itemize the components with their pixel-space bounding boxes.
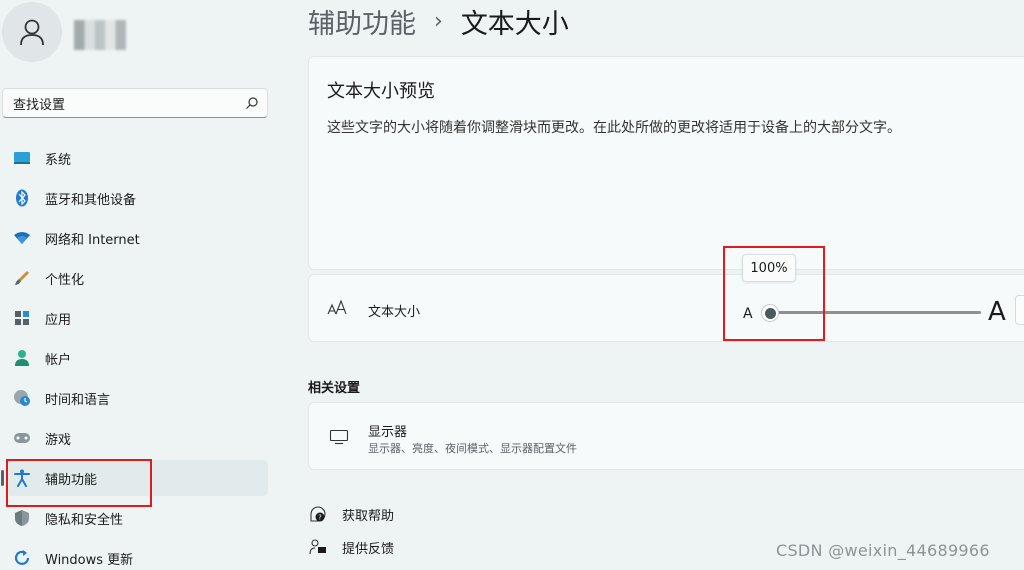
help-icon: ? xyxy=(308,504,328,524)
sidebar-item-bluetooth[interactable]: 蓝牙和其他设备 xyxy=(6,180,268,216)
breadcrumb-parent[interactable]: 辅助功能 xyxy=(308,2,416,41)
text-size-preview-card: 文本大小预览 这些文字的大小将随着你调整滑块而更改。在此处所做的更改将适用于设备… xyxy=(308,56,1024,270)
sidebar-item-label: 帐户 xyxy=(45,352,72,368)
highlight-box-slider xyxy=(723,246,825,341)
chevron-right-icon: › xyxy=(434,9,443,34)
apps-icon xyxy=(12,308,32,328)
sidebar-item-label: 隐私和安全性 xyxy=(45,512,124,528)
username-blurred xyxy=(74,20,126,50)
get-help-link[interactable]: ? 获取帮助 xyxy=(308,504,394,524)
breadcrumb: 辅助功能 › 文本大小 xyxy=(308,2,569,41)
avatar[interactable] xyxy=(2,2,62,62)
sidebar-item-system[interactable]: 系统 xyxy=(6,140,268,176)
sidebar-item-accounts[interactable]: 帐户 xyxy=(6,340,268,376)
sidebar-item-time-language[interactable]: 时间和语言 xyxy=(6,380,268,416)
sidebar-item-label: 蓝牙和其他设备 xyxy=(45,192,137,208)
page-title: 文本大小 xyxy=(460,9,569,40)
text-size-label: 文本大小 xyxy=(368,305,421,320)
text-size-card: 文本大小 A A xyxy=(308,274,1024,342)
sidebar-item-label: 游戏 xyxy=(45,432,72,448)
preview-title: 文本大小预览 xyxy=(327,81,435,102)
shield-icon xyxy=(12,508,32,528)
text-size-icon xyxy=(327,299,349,321)
search-placeholder: 查找设置 xyxy=(13,97,66,113)
sidebar-item-apps[interactable]: 应用 xyxy=(6,300,268,336)
wifi-icon xyxy=(12,228,32,248)
gamepad-icon xyxy=(12,428,32,448)
svg-text:?: ? xyxy=(318,514,322,522)
display-subtitle: 显示器、亮度、夜间模式、显示器配置文件 xyxy=(368,442,577,455)
clock-globe-icon xyxy=(12,388,32,408)
search-icon xyxy=(246,97,258,109)
monitor-icon xyxy=(12,148,32,168)
monitor-outline-icon xyxy=(329,429,349,449)
give-feedback-label: 提供反馈 xyxy=(342,541,395,557)
display-title: 显示器 xyxy=(368,425,408,440)
give-feedback-link[interactable]: 提供反馈 xyxy=(308,537,394,557)
sidebar-item-label: 时间和语言 xyxy=(45,392,111,408)
feedback-icon xyxy=(308,537,328,557)
slider-max-label: A xyxy=(988,297,1006,327)
bluetooth-icon xyxy=(12,188,32,208)
get-help-label: 获取帮助 xyxy=(342,508,395,524)
sidebar-item-label: 个性化 xyxy=(45,272,85,288)
update-icon xyxy=(12,548,32,568)
sidebar-item-label: 应用 xyxy=(45,312,72,328)
sidebar-item-gaming[interactable]: 游戏 xyxy=(6,420,268,456)
sidebar-item-label: 系统 xyxy=(45,152,72,168)
sidebar-item-network[interactable]: 网络和 Internet xyxy=(6,220,268,256)
account-icon xyxy=(12,348,32,368)
sidebar-item-label: Windows 更新 xyxy=(45,552,134,568)
display-settings-card[interactable]: 显示器 显示器、亮度、夜间模式、显示器配置文件 xyxy=(308,402,1024,470)
watermark: CSDN @weixin_44689966 xyxy=(776,541,990,560)
apply-button[interactable] xyxy=(1015,295,1024,325)
sidebar-item-windows-update[interactable]: Windows 更新 xyxy=(6,540,268,570)
preview-description: 这些文字的大小将随着你调整滑块而更改。在此处所做的更改将适用于设备上的大部分文字… xyxy=(327,120,901,136)
search-input[interactable]: 查找设置 xyxy=(2,88,268,118)
related-settings-heading: 相关设置 xyxy=(308,381,361,396)
sidebar-item-label: 网络和 Internet xyxy=(45,232,140,248)
highlight-box-accessibility xyxy=(6,459,152,507)
brush-icon xyxy=(12,268,32,288)
sidebar-item-personalization[interactable]: 个性化 xyxy=(6,260,268,296)
person-icon xyxy=(20,19,44,46)
